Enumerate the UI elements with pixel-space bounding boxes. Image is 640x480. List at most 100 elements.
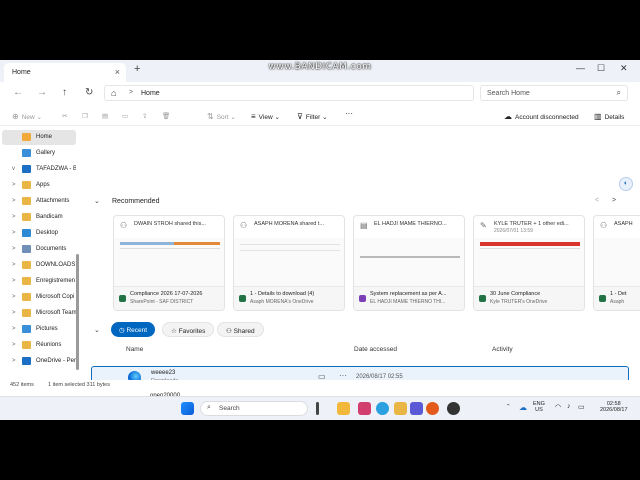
expand-chevron-icon[interactable]: > bbox=[12, 310, 16, 316]
sidebar-item[interactable]: > Enregistremen bbox=[2, 274, 76, 289]
sidebar-item-label: Desktop bbox=[36, 230, 59, 236]
card-footer: 1 - Details to download (4) Asaph MORENA'… bbox=[234, 286, 344, 310]
network-icon[interactable]: ◠ bbox=[555, 403, 561, 411]
share-icon[interactable]: ⇪ bbox=[142, 112, 147, 120]
recommended-card[interactable]: ⚇ ASAPH 1 - Det Asaph bbox=[593, 215, 640, 311]
tray-chevron-icon[interactable]: ⌃ bbox=[506, 404, 511, 410]
tab-favorites[interactable]: ☆ Favorites bbox=[162, 322, 215, 337]
more-options-icon[interactable]: ··· bbox=[339, 371, 347, 380]
expand-chevron-icon[interactable]: > bbox=[12, 246, 16, 252]
file-explorer-icon[interactable] bbox=[337, 402, 350, 415]
expand-chevron-icon[interactable]: > bbox=[12, 182, 16, 188]
column-name[interactable]: Name bbox=[126, 346, 143, 353]
column-activity[interactable]: Activity bbox=[492, 346, 513, 353]
rename-icon[interactable]: ▭ bbox=[122, 112, 128, 120]
expand-chevron-icon[interactable]: > bbox=[12, 214, 16, 220]
breadcrumb-separator: > bbox=[129, 89, 134, 96]
sidebar-item[interactable]: > Pictures bbox=[2, 322, 76, 337]
file-thumbnail bbox=[114, 238, 224, 286]
expand-chevron-icon[interactable]: > bbox=[12, 278, 16, 284]
onedrive-icon[interactable]: ☁ bbox=[519, 403, 527, 412]
sidebar-item[interactable]: Gallery bbox=[2, 146, 76, 161]
sidebar-item[interactable]: > Desktop bbox=[2, 226, 76, 241]
sidebar-item[interactable]: > Réunions bbox=[2, 338, 76, 353]
expand-chevron-icon[interactable]: > bbox=[12, 198, 16, 204]
new-button[interactable]: ⊕ New ⌄ bbox=[12, 112, 42, 121]
folder-icon bbox=[22, 341, 31, 349]
address-bar[interactable]: ⌂ > Home bbox=[104, 85, 474, 101]
folder-icon bbox=[22, 325, 31, 333]
up-icon[interactable]: ↑ bbox=[62, 87, 67, 98]
refresh-icon[interactable]: ↻ bbox=[85, 87, 93, 98]
sidebar-item[interactable]: Home bbox=[2, 130, 76, 145]
account-status[interactable]: ☁ Account disconnected bbox=[504, 112, 579, 121]
card-footer: 30 June Compliance Kyle TRUTER's OneDrive bbox=[474, 286, 584, 310]
collapse-recommended-icon[interactable]: ⌄ bbox=[94, 197, 100, 205]
file-thumbnail bbox=[234, 238, 344, 286]
app-icon-4[interactable] bbox=[426, 402, 439, 415]
recommended-card[interactable]: ✎ KYLE TRUTER + 1 other edi... 2026/07/01 … bbox=[473, 215, 585, 311]
edge-icon[interactable] bbox=[376, 402, 389, 415]
sidebar-item[interactable]: > OneDrive - Perso bbox=[2, 354, 76, 369]
expand-chevron-icon[interactable]: v bbox=[12, 166, 15, 172]
expand-chevron-icon[interactable]: > bbox=[12, 342, 16, 348]
back-icon[interactable]: ← bbox=[13, 87, 23, 98]
filter-button[interactable]: ⊽ Filter ⌄ bbox=[297, 112, 328, 121]
recommended-next-icon[interactable]: > bbox=[612, 197, 616, 204]
clock[interactable]: 02:58 2026/08/17 bbox=[600, 401, 628, 413]
folder-icon bbox=[22, 293, 31, 301]
user-icon: ▤ bbox=[360, 221, 368, 230]
tab-recent[interactable]: ◷ Recent bbox=[111, 322, 156, 337]
tab-shared[interactable]: ⚇ Shared bbox=[217, 322, 264, 337]
sidebar-item[interactable]: > Attachments bbox=[2, 194, 76, 209]
details-button[interactable]: ▥ Details bbox=[594, 112, 624, 121]
sidebar-item[interactable]: > Apps bbox=[2, 178, 76, 193]
user-icon: ⚇ bbox=[600, 221, 608, 230]
sidebar-item[interactable]: > Bandicam bbox=[2, 210, 76, 225]
search-input[interactable]: Search Home ⌕ bbox=[480, 85, 628, 101]
folder-icon bbox=[22, 213, 31, 221]
recommended-card[interactable]: ⚇ DWAIN STROH shared this... Compliance 20… bbox=[113, 215, 225, 311]
recommended-card[interactable]: ⚇ ASAPH MORENA shared t... 1 - Details to … bbox=[233, 215, 345, 311]
expand-chevron-icon[interactable]: > bbox=[12, 262, 16, 268]
sidebar-item[interactable]: > Documents bbox=[2, 242, 76, 257]
breadcrumb[interactable]: Home bbox=[141, 90, 160, 97]
battery-icon[interactable]: ▭ bbox=[578, 403, 585, 411]
file-type-icon bbox=[239, 295, 246, 302]
bandicam-icon[interactable] bbox=[447, 402, 460, 415]
recommended-prev-icon[interactable]: < bbox=[595, 197, 599, 204]
collapse-recent-icon[interactable]: ⌄ bbox=[94, 326, 100, 334]
delete-icon[interactable]: 🗑 bbox=[162, 112, 170, 120]
paste-icon[interactable]: ▤ bbox=[102, 112, 108, 120]
sidebar-item[interactable]: > DOWNLOADS bbox=[2, 258, 76, 273]
windows-start-icon[interactable] bbox=[181, 402, 194, 415]
taskbar: ⌕ Search ⌃ ☁ ENG US ◠ ♪ ▭ 02:58 2026/08/… bbox=[0, 396, 640, 420]
sidebar-item[interactable]: > Microsoft Team bbox=[2, 306, 76, 321]
forward-icon[interactable]: → bbox=[37, 87, 47, 98]
taskbar-search-input[interactable]: ⌕ Search bbox=[200, 401, 308, 416]
sidebar-item[interactable]: v TAFADZWA - Bu bbox=[2, 162, 76, 177]
app-icon-1[interactable] bbox=[358, 402, 371, 415]
sort-button[interactable]: ⇅ Sort ⌄ bbox=[207, 112, 236, 121]
expand-chevron-icon[interactable]: > bbox=[12, 326, 16, 332]
card-header: ▤ EL HADJI MAME THIERNO... bbox=[360, 221, 447, 230]
expand-chevron-icon[interactable]: > bbox=[12, 358, 16, 364]
app-icon-2[interactable] bbox=[394, 402, 407, 415]
sidebar-scrollbar[interactable] bbox=[76, 254, 79, 370]
cut-icon[interactable]: ✂ bbox=[62, 112, 67, 120]
expand-chevron-icon[interactable]: > bbox=[12, 294, 16, 300]
copy-icon[interactable]: ❐ bbox=[82, 112, 88, 120]
column-date-accessed[interactable]: Date accessed bbox=[354, 346, 397, 353]
more-options-button[interactable]: ··· bbox=[345, 109, 353, 118]
sidebar-item-label: Home bbox=[36, 134, 53, 140]
sidebar-item[interactable]: > Microsoft Copi bbox=[2, 290, 76, 305]
app-icon-3[interactable] bbox=[410, 402, 423, 415]
task-view-icon[interactable] bbox=[316, 402, 319, 415]
language-indicator[interactable]: ENG US bbox=[533, 401, 545, 413]
expand-chevron-icon[interactable]: > bbox=[12, 230, 16, 236]
folder-icon bbox=[22, 229, 31, 237]
copilot-icon[interactable]: ◐ bbox=[619, 177, 633, 191]
recommended-card[interactable]: ▤ EL HADJI MAME THIERNO... System replacem… bbox=[353, 215, 465, 311]
view-button[interactable]: ≡ View ⌄ bbox=[251, 112, 280, 121]
volume-icon[interactable]: ♪ bbox=[567, 403, 571, 410]
